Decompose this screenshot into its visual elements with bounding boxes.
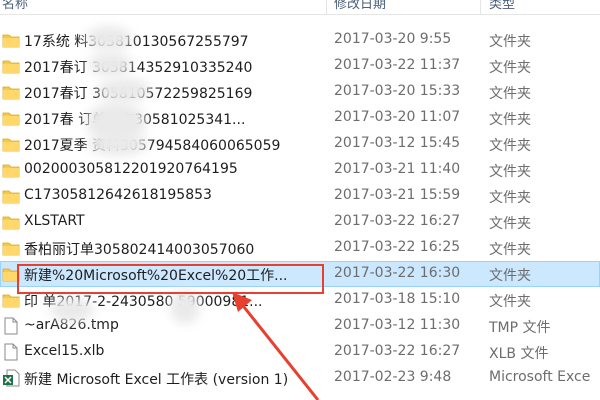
file-type: 文件夹 <box>489 34 531 50</box>
file-name: 2017春订 305810572259825169 <box>24 86 253 102</box>
file-date: 2017-03-22 16:25 <box>334 239 461 255</box>
file-name: C17305812642618195853 <box>24 187 212 203</box>
privacy-blur <box>88 132 148 156</box>
file-date: 2017-02-23 9:48 <box>334 369 452 385</box>
file-date: 2017-03-21 11:40 <box>334 161 461 177</box>
folder-icon <box>2 161 20 179</box>
file-date: 2017-03-20 15:33 <box>334 83 461 99</box>
folder-icon <box>2 239 20 257</box>
privacy-blur <box>170 290 200 324</box>
file-date: 2017-03-12 11:30 <box>334 317 461 333</box>
column-divider[interactable] <box>326 0 327 14</box>
file-date: 2017-03-22 16:27 <box>334 343 461 359</box>
folder-icon <box>2 83 20 101</box>
column-header-name[interactable]: 名称 <box>2 0 28 12</box>
file-date: 2017-03-22 16:30 <box>334 265 461 281</box>
file-type: 文件夹 <box>489 190 531 206</box>
file-row[interactable]: 新建 Microsoft Excel 工作表 (version 1) 2017-0… <box>0 365 600 391</box>
file-date: 2017-03-20 11:07 <box>334 109 461 125</box>
annotation-highlight-box <box>17 264 324 294</box>
folder-icon <box>2 57 20 75</box>
file-date: 2017-03-22 16:27 <box>334 213 461 229</box>
file-name: 002000305812201920764195 <box>24 161 238 177</box>
column-divider[interactable] <box>480 0 481 14</box>
file-name: 新建 Microsoft Excel 工作表 (version 1) <box>24 372 289 388</box>
file-name: Excel15.xlb <box>24 343 105 359</box>
file-date: 2017-03-18 15:10 <box>334 291 461 307</box>
file-name: 2017夏季 资料305794584060065059 <box>24 138 281 154</box>
file-row[interactable]: XLSTART 2017-03-22 16:27 文件夹 <box>0 209 600 235</box>
folder-icon <box>2 187 20 205</box>
file-type: Microsoft Exce <box>489 369 591 385</box>
file-date: 2017-03-21 15:59 <box>334 187 461 203</box>
file-name: 17系统 料305810130567255797 <box>24 34 249 50</box>
file-date: 2017-03-22 11:37 <box>334 57 461 73</box>
privacy-blur <box>88 52 132 76</box>
column-header-date[interactable]: 修改日期 <box>334 0 386 12</box>
privacy-blur <box>86 26 132 50</box>
excel-file-icon <box>2 369 20 387</box>
file-type: XLB 文件 <box>489 346 549 362</box>
file-type: 文件夹 <box>489 268 531 284</box>
folder-icon <box>2 135 20 153</box>
file-date: 2017-03-20 9:55 <box>334 31 452 47</box>
column-header-type[interactable]: 类型 <box>489 0 515 12</box>
file-type: 文件夹 <box>489 216 531 232</box>
file-type: 文件夹 <box>489 60 531 76</box>
file-type: 文件夹 <box>489 112 531 128</box>
file-name: 2017春订 305814352910335240 <box>24 60 253 76</box>
file-type: 文件夹 <box>489 242 531 258</box>
file-row[interactable]: 002000305812201920764195 2017-03-21 11:40… <box>0 157 600 183</box>
privacy-blur <box>98 78 150 102</box>
file-name: 2017春 订单状态30581025341... <box>24 112 246 128</box>
file-type: TMP 文件 <box>489 320 551 336</box>
file-name: XLSTART <box>24 213 85 229</box>
file-row[interactable]: C17305812642618195853 2017-03-21 15:59 文件夹 <box>0 183 600 209</box>
file-icon <box>2 317 20 335</box>
file-type: 文件夹 <box>489 86 531 102</box>
file-name: 香柏丽订单305802414003057060 <box>24 242 255 258</box>
file-type: 文件夹 <box>489 294 531 310</box>
file-row[interactable]: 2017春订 305810572259825169 2017-03-20 15:3… <box>0 79 600 105</box>
file-row[interactable]: 香柏丽订单305802414003057060 2017-03-22 16:25 文… <box>0 235 600 261</box>
file-row[interactable]: Excel15.xlb 2017-03-22 16:27 XLB 文件 <box>0 339 600 365</box>
file-type: 文件夹 <box>489 138 531 154</box>
privacy-blur <box>50 298 94 322</box>
file-date: 2017-03-12 15:45 <box>334 135 461 151</box>
file-type: 文件夹 <box>489 164 531 180</box>
folder-icon <box>2 109 20 127</box>
column-header-bar: 名称 修改日期 类型 <box>0 0 600 15</box>
folder-icon <box>2 31 20 49</box>
file-icon <box>2 343 20 361</box>
folder-icon <box>2 213 20 231</box>
